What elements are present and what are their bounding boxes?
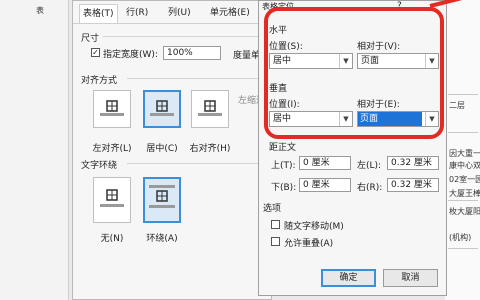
move-with-text-label: 随文字移动(M) xyxy=(284,222,344,232)
tab-cell[interactable]: 单元格(E) xyxy=(207,4,253,22)
divider xyxy=(127,163,263,164)
cell-text: 二层 xyxy=(449,101,465,110)
table-align-left-icon xyxy=(100,100,124,116)
wrap-around-icon xyxy=(149,185,175,208)
table-line xyxy=(448,94,478,95)
table-align-right-icon xyxy=(198,100,222,116)
move-with-text-checkbox[interactable] xyxy=(271,220,280,229)
options-group-label: 选项 xyxy=(263,204,282,214)
table-line xyxy=(448,248,478,249)
table-properties-dialog: 表格(T) 行(R) 列(U) 单元格(E) 尺寸 ✓ 指定宽度(W): 100… xyxy=(72,0,272,300)
left-distance-label: 左(L): xyxy=(357,161,382,171)
align-left-option[interactable] xyxy=(93,90,131,128)
table-line xyxy=(448,200,478,201)
align-right-label: 右对齐(H) xyxy=(189,144,231,154)
table-line xyxy=(448,132,478,133)
wrap-around-label: 环绕(A) xyxy=(146,234,178,244)
distance-group-label: 距正文 xyxy=(269,143,297,153)
tab-column[interactable]: 列(U) xyxy=(165,4,194,22)
tab-table[interactable]: 表格(T) xyxy=(79,4,118,23)
cell-text: 康中心双 xyxy=(449,161,480,170)
wrap-none-option[interactable] xyxy=(93,177,131,223)
preferred-width-checkbox[interactable]: ✓ xyxy=(91,48,100,57)
top-distance-label: 上(T): xyxy=(271,161,296,171)
divider xyxy=(127,78,263,79)
align-right-option[interactable] xyxy=(191,90,229,128)
cell-text: 大厦王棒 xyxy=(449,189,480,198)
tab-bar: 表格(T) 行(R) 列(U) 单元格(E) xyxy=(73,1,271,24)
table-align-center-icon xyxy=(150,100,174,116)
cell-text: 枚大厦阳 xyxy=(449,207,480,216)
preferred-width-input[interactable]: 100% xyxy=(163,46,221,60)
wrap-none-icon xyxy=(100,189,124,207)
cell-text: 因大重一 xyxy=(449,149,480,158)
align-center-label: 居中(C) xyxy=(146,144,178,154)
right-distance-label: 右(R): xyxy=(357,183,383,193)
top-distance-input[interactable]: 0 厘米 xyxy=(299,156,351,170)
text-wrap-group-label: 文字环绕 xyxy=(81,161,118,171)
alignment-group-label: 对齐方式 xyxy=(81,76,118,86)
bottom-distance-input[interactable]: 0 厘米 xyxy=(299,178,351,192)
left-distance-input[interactable]: 0.32 厘米 xyxy=(387,156,439,170)
ok-button[interactable]: 确定 xyxy=(321,269,376,287)
cell-text: 02室一园 xyxy=(449,175,480,184)
bottom-distance-label: 下(B): xyxy=(271,183,297,193)
wrap-none-label: 无(N) xyxy=(100,234,124,244)
allow-overlap-label: 允许重叠(A) xyxy=(284,239,334,249)
wrap-around-option[interactable] xyxy=(143,177,181,223)
align-left-label: 左对齐(L) xyxy=(92,144,132,154)
annotation-highlight xyxy=(264,7,444,139)
cell-text: (机构) xyxy=(449,233,472,242)
allow-overlap-checkbox[interactable] xyxy=(271,237,280,246)
size-group-label: 尺寸 xyxy=(81,34,100,44)
align-center-option[interactable] xyxy=(143,90,181,128)
preferred-width-label: 指定宽度(W): xyxy=(103,50,158,60)
document-area-left: 表 xyxy=(0,0,69,300)
right-distance-input[interactable]: 0.32 厘米 xyxy=(387,178,439,192)
cancel-button[interactable]: 取消 xyxy=(383,269,438,287)
ribbon-label: 表 xyxy=(36,6,44,15)
tab-row[interactable]: 行(R) xyxy=(123,4,151,22)
divider xyxy=(103,36,263,37)
